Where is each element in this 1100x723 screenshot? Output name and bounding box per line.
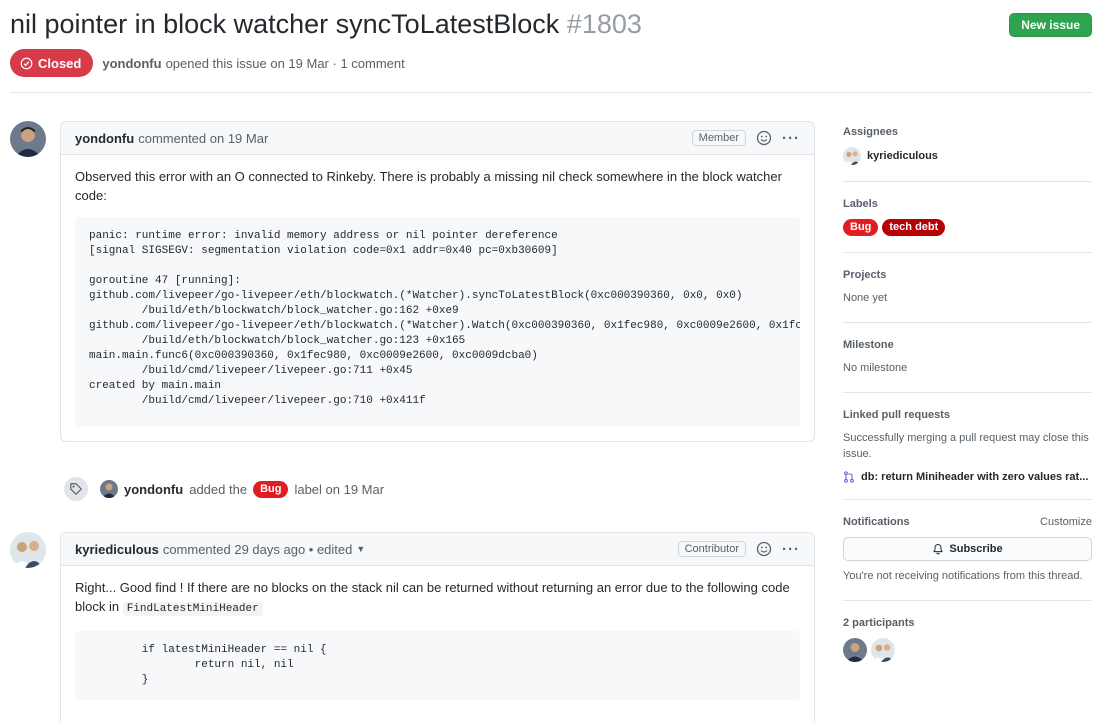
- code-block: panic: runtime error: invalid memory add…: [75, 217, 800, 427]
- issue-author-link[interactable]: yondonfu: [102, 56, 161, 71]
- avatar-kyriediculous[interactable]: [10, 532, 46, 568]
- linked-prs-section: Linked pull requests Successfully mergin…: [843, 409, 1092, 500]
- participant-avatar-yondonfu[interactable]: [843, 638, 867, 662]
- projects-value: None yet: [843, 292, 888, 304]
- assignees-title[interactable]: Assignees: [843, 126, 1092, 138]
- header-divider: [10, 92, 1092, 93]
- comment-timestamp[interactable]: commented 29 days ago • edited: [163, 542, 353, 557]
- projects-title[interactable]: Projects: [843, 269, 1092, 281]
- comment-1: yondonfu commented on 19 Mar Member ··· …: [60, 121, 815, 442]
- linked-pr-title: db: return Miniheader with zero values r…: [861, 471, 1089, 483]
- event-author[interactable]: yondonfu: [124, 482, 183, 497]
- issue-closed-icon: [20, 57, 33, 69]
- comment-2: kyriediculous commented 29 days ago • ed…: [60, 532, 815, 723]
- subscribe-button[interactable]: Subscribe: [843, 537, 1092, 561]
- issue-state-badge: Closed: [10, 49, 94, 77]
- assignee-item[interactable]: kyriediculous: [843, 147, 1092, 165]
- comment-header: kyriediculous commented 29 days ago • ed…: [61, 533, 814, 566]
- role-label: Contributor: [677, 541, 746, 557]
- kebab-menu-icon[interactable]: ···: [782, 541, 800, 558]
- notifications-section: Notifications Customize Subscribe You're…: [843, 516, 1092, 601]
- new-issue-button[interactable]: New issue: [1009, 13, 1092, 37]
- subscribe-label: Subscribe: [949, 543, 1003, 555]
- role-label: Member: [691, 130, 746, 146]
- smiley-icon[interactable]: [756, 541, 772, 557]
- participants-section: 2 participants: [843, 617, 1092, 662]
- event-avatar[interactable]: [100, 480, 118, 498]
- label-tech-debt[interactable]: tech debt: [882, 219, 946, 236]
- smiley-icon[interactable]: [756, 130, 772, 146]
- comment-author[interactable]: kyriediculous: [75, 542, 159, 557]
- notifications-text: You're not receiving notifications from …: [843, 570, 1083, 582]
- comment-text: Observed this error with an O connected …: [75, 169, 782, 203]
- assignee-avatar: [843, 147, 861, 165]
- issue-opened-text: opened this issue on 19 Mar · 1 comment: [165, 55, 405, 71]
- comment-author[interactable]: yondonfu: [75, 131, 134, 146]
- issue-title: nil pointer in block watcher syncToLates…: [10, 6, 642, 42]
- participant-avatar-kyriediculous[interactable]: [871, 638, 895, 662]
- kebab-menu-icon[interactable]: ···: [782, 130, 800, 147]
- comment-body: Observed this error with an O connected …: [61, 155, 814, 441]
- customize-link[interactable]: Customize: [1040, 516, 1092, 528]
- comment-timestamp[interactable]: commented on 19 Mar: [138, 131, 268, 146]
- assignees-section: Assignees kyriediculous: [843, 126, 1092, 182]
- comment-header: yondonfu commented on 19 Mar Member ···: [61, 122, 814, 155]
- milestone-title[interactable]: Milestone: [843, 339, 1092, 351]
- label-event: yondonfu added the Bug label on 19 Mar: [64, 477, 384, 501]
- comment-text: Right... Good find ! If there are no blo…: [75, 578, 800, 619]
- notifications-title: Notifications Customize: [843, 516, 1092, 528]
- labels-section: Labels Bug tech debt: [843, 198, 1092, 253]
- issue-state-text: Closed: [38, 55, 82, 71]
- assignee-name: kyriediculous: [867, 150, 938, 162]
- avatar-yondonfu[interactable]: [10, 121, 46, 157]
- git-pull-request-icon: [844, 471, 854, 483]
- label-bug[interactable]: Bug: [843, 219, 879, 236]
- participants-title: 2 participants: [843, 617, 915, 629]
- issue-title-text: nil pointer in block watcher syncToLates…: [10, 9, 560, 39]
- sidebar: Assignees kyriediculous Labels Bug tech …: [843, 126, 1092, 662]
- labels-title[interactable]: Labels: [843, 198, 1092, 210]
- code-block: if latestMiniHeader == nil { return nil,…: [75, 631, 800, 700]
- chevron-down-icon[interactable]: ▼: [356, 544, 365, 554]
- linked-prs-text: Successfully merging a pull request may …: [843, 432, 1089, 460]
- event-post-text: label on 19 Mar: [294, 481, 385, 497]
- projects-section: Projects None yet: [843, 269, 1092, 323]
- issue-header: nil pointer in block watcher syncToLates…: [10, 6, 1092, 77]
- milestone-section: Milestone No milestone: [843, 339, 1092, 393]
- tag-icon: [64, 477, 88, 501]
- linked-prs-title: Linked pull requests: [843, 409, 950, 421]
- inline-code: FindLatestMiniHeader: [122, 602, 263, 616]
- issue-number: #1803: [566, 9, 642, 39]
- issue-meta: Closed yondonfu opened this issue on 19 …: [10, 49, 1092, 77]
- bell-icon: [933, 544, 944, 555]
- comment-body: Right... Good find ! If there are no blo…: [61, 566, 814, 714]
- event-label-bug[interactable]: Bug: [253, 480, 289, 498]
- milestone-value: No milestone: [843, 362, 908, 374]
- event-pre-text: added the: [189, 481, 248, 497]
- linked-pr-link[interactable]: db: return Miniheader with zero values r…: [843, 471, 1092, 483]
